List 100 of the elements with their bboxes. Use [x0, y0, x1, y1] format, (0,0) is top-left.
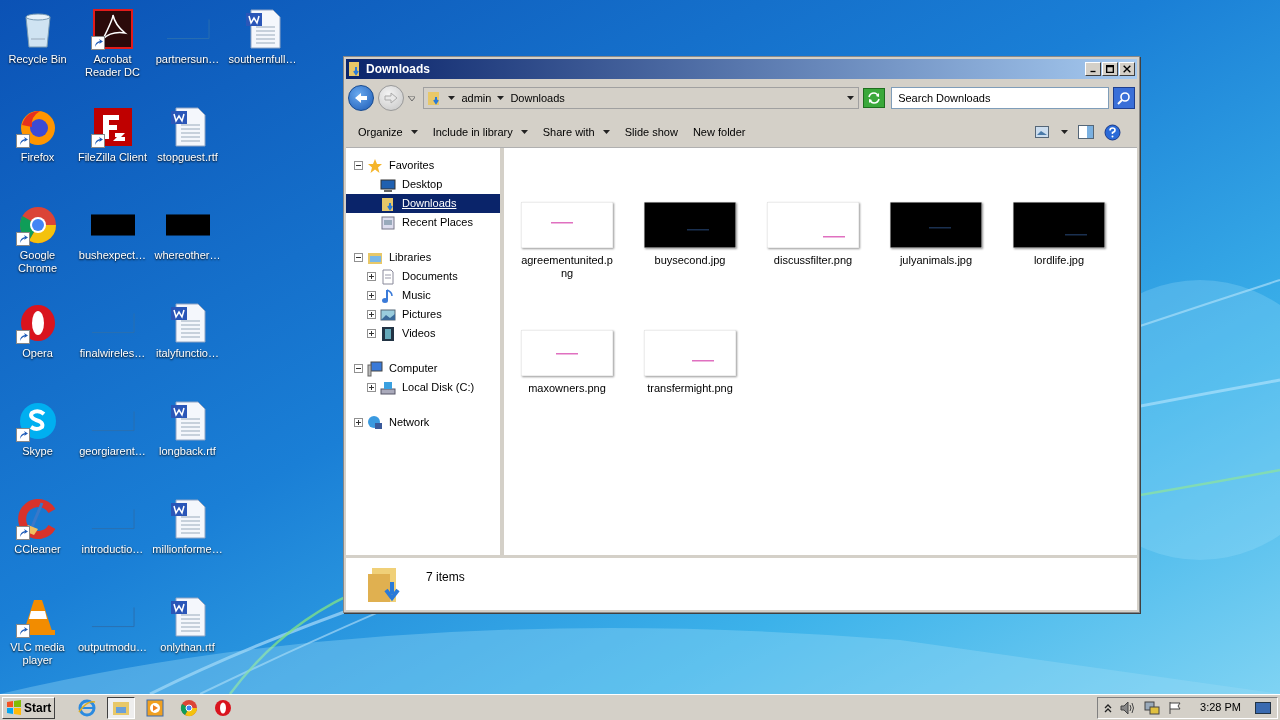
toolbar-button[interactable]: Include in library	[426, 120, 534, 144]
tree-expander[interactable]	[354, 364, 363, 373]
desktop-icon-label[interactable]: Google Chrome	[0, 249, 75, 275]
plus-icon	[369, 331, 374, 336]
close-icon	[1122, 64, 1132, 74]
refresh-button[interactable]	[863, 88, 886, 108]
desktop-icon-label[interactable]: southernfull…	[225, 53, 300, 66]
tree-expander[interactable]	[367, 329, 376, 338]
search-icon	[1117, 91, 1132, 105]
desktop-icon-label[interactable]: Recycle Bin	[0, 53, 75, 66]
music-note-icon	[380, 287, 396, 304]
close-button[interactable]	[1119, 62, 1135, 76]
desktop-icon-label[interactable]: introductio…	[75, 543, 150, 556]
file-name[interactable]: julyanimals.jpg	[888, 254, 984, 267]
maximize-button[interactable]	[1102, 62, 1118, 76]
nav-tree-item[interactable]: Documents	[346, 267, 500, 286]
play-icon	[146, 698, 165, 717]
back-arrow-icon	[353, 92, 368, 104]
nav-tree-item[interactable]: Local Disk (C:)	[346, 378, 500, 397]
nav-tree-item[interactable]: Network	[346, 413, 500, 432]
nav-tree-item[interactable]: Pictures	[346, 305, 500, 324]
forward-arrow-icon	[383, 92, 398, 104]
window-title: Downloads	[366, 61, 430, 78]
taskbar-app-button[interactable]	[107, 696, 136, 719]
desktop-icon-label[interactable]: whereother…	[150, 249, 225, 262]
nav-tree-item[interactable]: Recent Places	[346, 213, 500, 232]
file-name[interactable]: lordlife.jpg	[1011, 254, 1107, 267]
nav-tree-item[interactable]: Downloads	[346, 194, 500, 213]
preview-pane-icon[interactable]	[1078, 125, 1094, 139]
desktop-icon-label[interactable]: stopguest.rtf	[150, 151, 225, 164]
file-name[interactable]: maxowners.png	[519, 382, 615, 395]
file-name[interactable]: transfermight.png	[642, 382, 738, 395]
breadcrumb[interactable]: admin	[461, 89, 492, 107]
caret-icon	[497, 96, 505, 100]
search-field[interactable]: Search Downloads	[891, 87, 1110, 109]
desktop-icon-label[interactable]: longback.rtf	[150, 445, 225, 458]
desktop-icon-label[interactable]: VLC media player	[0, 641, 75, 667]
file-name[interactable]: discussfilter.png	[765, 254, 861, 267]
minus-icon	[356, 163, 361, 168]
nav-tree-item[interactable]: Music	[346, 286, 500, 305]
drive-icon	[380, 379, 396, 396]
tree-expander[interactable]	[367, 291, 376, 300]
file-name[interactable]: agreementunited.png	[519, 254, 615, 280]
network-icon[interactable]	[1144, 700, 1161, 715]
computer-icon	[367, 360, 383, 377]
desktop-icon-label[interactable]: georgiarent…	[75, 445, 150, 458]
acrobat-icon	[92, 9, 133, 49]
desktop-icon-label[interactable]: finalwireles…	[75, 347, 150, 360]
desktop-icon-label[interactable]: partnersun…	[150, 53, 225, 66]
desktop-icon-label[interactable]: Opera	[0, 347, 75, 360]
film-icon	[380, 325, 396, 342]
desktop-icon-label[interactable]: FileZilla Client	[75, 151, 150, 164]
caret-icon	[448, 96, 456, 100]
breadcrumb[interactable]: Downloads	[510, 89, 565, 107]
internet-explorer-icon	[78, 698, 97, 717]
desktop-icon-label[interactable]: bushexpect…	[75, 249, 150, 262]
desktop-icon-label[interactable]: italyfunctio…	[150, 347, 225, 360]
chrome-icon	[180, 698, 199, 717]
desktop-icon-label[interactable]: CCleaner	[0, 543, 75, 556]
tree-expander[interactable]	[354, 161, 363, 170]
flag-icon[interactable]	[1168, 700, 1183, 715]
show-desktop-icon[interactable]	[1255, 701, 1271, 714]
chevron-up-icon[interactable]	[1104, 702, 1113, 713]
toolbar-button[interactable]: New folder	[686, 120, 752, 144]
toolbar-button[interactable]: Organize	[352, 120, 424, 144]
back-button[interactable]	[348, 85, 374, 111]
minimize-button[interactable]	[1085, 62, 1101, 76]
nav-tree-item[interactable]: Libraries	[346, 248, 500, 267]
blank-thumbnail-icon	[165, 18, 210, 40]
tree-expander[interactable]	[354, 418, 363, 427]
tree-expander[interactable]	[367, 272, 376, 281]
desktop-icon-label[interactable]: Skype	[0, 445, 75, 458]
speaker-icon[interactable]	[1120, 700, 1137, 715]
folder-download-icon	[348, 61, 362, 77]
toolbar-button[interactable]: Share with	[536, 120, 616, 144]
clock[interactable]: 3:28 PM	[1200, 699, 1241, 716]
item-count: 7 items	[426, 569, 465, 586]
tree-expander[interactable]	[367, 310, 376, 319]
nav-tree-item[interactable]: Desktop	[346, 175, 500, 194]
plus-icon	[369, 385, 374, 390]
tree-expander[interactable]	[354, 253, 363, 262]
caret-icon	[1061, 130, 1068, 134]
desktop-icon-label[interactable]: outputmodu…	[75, 641, 150, 654]
view-button[interactable]	[1035, 126, 1068, 138]
star-icon	[367, 157, 383, 174]
file-name[interactable]: buysecond.jpg	[642, 254, 738, 267]
desktop-icon-label[interactable]: millionforme…	[150, 543, 225, 556]
toolbar-button[interactable]: Slide show	[618, 120, 684, 144]
nav-tree-item[interactable]: Favorites	[346, 156, 500, 175]
help-icon[interactable]	[1104, 123, 1121, 141]
blank-thumbnail-icon	[90, 312, 135, 334]
address-bar[interactable]: admin Downloads	[423, 87, 860, 109]
nav-tree-item[interactable]: Videos	[346, 324, 500, 343]
desktop-icon-label[interactable]: Acrobat Reader DC	[75, 53, 150, 79]
plus-icon	[369, 312, 374, 317]
tree-expander[interactable]	[367, 383, 376, 392]
desktop-icon-label[interactable]: Firefox	[0, 151, 75, 164]
nav-tree-item[interactable]: Computer	[346, 359, 500, 378]
start-button[interactable]: Start	[2, 696, 56, 719]
search-button[interactable]	[1113, 87, 1135, 109]
